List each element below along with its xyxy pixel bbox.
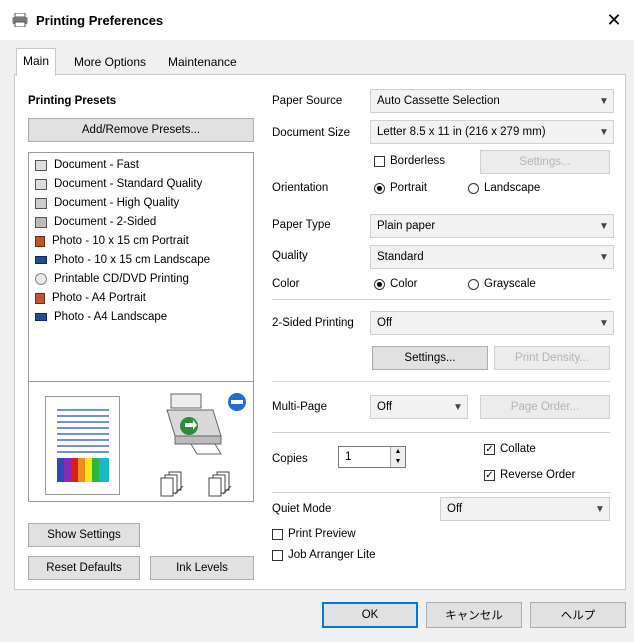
settings-preview [28, 382, 254, 502]
portrait-label: Portrait [390, 182, 428, 194]
tab-main[interactable]: Main [16, 48, 57, 76]
two-sided-printing-label: 2-Sided Printing [272, 317, 354, 329]
close-icon[interactable]: ✕ [604, 10, 624, 30]
quiet-mode-select[interactable]: Off ▼ [440, 497, 610, 521]
reverse-order-label: Reverse Order [500, 469, 576, 481]
landscape-radio[interactable] [468, 183, 479, 194]
multi-page-label: Multi-Page [272, 401, 327, 413]
tab-maintenance[interactable]: Maintenance [162, 50, 243, 74]
divider [272, 432, 610, 433]
two-sided-settings-button[interactable]: Settings... [372, 346, 488, 370]
grayscale-label: Grayscale [484, 278, 536, 290]
preset-item[interactable]: Photo - 10 x 15 cm Landscape [35, 251, 210, 269]
ink-levels-button[interactable]: Ink Levels [150, 556, 254, 580]
document-size-label: Document Size [272, 127, 350, 139]
document-size-select[interactable]: Letter 8.5 x 11 in (216 x 279 mm) ▼ [370, 120, 614, 144]
collate-checkbox[interactable]: ✓ [484, 444, 495, 455]
document-icon [35, 178, 47, 190]
add-remove-presets-button[interactable]: Add/Remove Presets... [28, 118, 254, 142]
chevron-down-icon: ▼ [453, 401, 463, 413]
cancel-button[interactable]: キャンセル [426, 602, 522, 628]
reset-defaults-button[interactable]: Reset Defaults [28, 556, 140, 580]
landscape-label: Landscape [484, 182, 541, 194]
quality-label: Quality [272, 250, 308, 262]
divider [272, 299, 610, 300]
borderless-checkbox[interactable] [374, 156, 385, 167]
paper-type-select[interactable]: Plain paper ▼ [370, 214, 614, 238]
color-label: Color [272, 278, 300, 290]
chevron-down-icon: ▼ [599, 220, 609, 232]
preset-item[interactable]: Document - Standard Quality [35, 175, 202, 193]
chevron-down-icon: ▼ [599, 95, 609, 107]
collate-label: Collate [500, 443, 536, 455]
grayscale-radio[interactable] [468, 279, 479, 290]
quiet-mode-label: Quiet Mode [272, 503, 332, 515]
window-title: Printing Preferences [36, 13, 164, 28]
multi-page-select[interactable]: Off ▼ [370, 395, 468, 419]
photo-landscape-icon [35, 313, 47, 321]
borderless-settings-button[interactable]: Settings... [480, 150, 610, 174]
cd-dvd-icon [35, 273, 47, 285]
spin-down-icon[interactable]: ▼ [390, 457, 405, 467]
page-preview-icon [45, 396, 120, 495]
printing-presets-heading: Printing Presets [28, 95, 117, 107]
print-preview-label: Print Preview [288, 528, 356, 540]
preset-item[interactable]: Photo - A4 Portrait [35, 289, 146, 307]
stacked-pages-icon [208, 471, 232, 497]
copies-label: Copies [272, 453, 308, 465]
paper-type-label: Paper Type [272, 219, 331, 231]
photo-portrait-icon [35, 235, 45, 247]
chevron-down-icon: ▼ [599, 251, 609, 263]
photo-landscape-icon [35, 256, 47, 264]
job-arranger-lite-label: Job Arranger Lite [288, 549, 376, 561]
print-preview-checkbox[interactable] [272, 529, 283, 540]
document-icon [35, 197, 47, 209]
divider [272, 381, 610, 382]
quality-select[interactable]: Standard ▼ [370, 245, 614, 269]
paper-source-label: Paper Source [272, 95, 343, 107]
printer-app-icon [12, 13, 28, 27]
color-radio[interactable] [374, 279, 385, 290]
presets-list[interactable]: Document - Fast Document - Standard Qual… [28, 152, 254, 382]
ok-button[interactable]: OK [322, 602, 418, 628]
preset-item[interactable]: Document - High Quality [35, 194, 179, 212]
tab-more-options[interactable]: More Options [68, 50, 152, 74]
reverse-order-checkbox[interactable]: ✓ [484, 470, 495, 481]
borderless-label: Borderless [390, 155, 445, 167]
two-sided-document-icon [35, 216, 47, 228]
portrait-radio[interactable] [374, 183, 385, 194]
chevron-down-icon: ▼ [595, 503, 605, 515]
preset-item[interactable]: Document - 2-Sided [35, 213, 156, 231]
job-arranger-lite-checkbox[interactable] [272, 550, 283, 561]
photo-portrait-icon [35, 292, 45, 304]
stacked-pages-icon [160, 471, 184, 497]
copies-stepper[interactable]: 1 ▲ ▼ [338, 446, 406, 468]
preset-item[interactable]: Photo - A4 Landscape [35, 308, 167, 326]
show-settings-button[interactable]: Show Settings [28, 523, 140, 547]
orientation-label: Orientation [272, 182, 329, 194]
page-order-button[interactable]: Page Order... [480, 395, 610, 419]
two-sided-printing-select[interactable]: Off ▼ [370, 311, 614, 335]
print-density-button[interactable]: Print Density... [494, 346, 610, 370]
chevron-down-icon: ▼ [599, 126, 609, 138]
chevron-down-icon: ▼ [599, 317, 609, 329]
preset-item[interactable]: Photo - 10 x 15 cm Portrait [35, 232, 189, 250]
divider [272, 492, 610, 493]
preset-item[interactable]: Printable CD/DVD Printing [35, 270, 189, 288]
paper-source-select[interactable]: Auto Cassette Selection ▼ [370, 89, 614, 113]
help-button[interactable]: ヘルプ [530, 602, 626, 628]
preset-item[interactable]: Document - Fast [35, 156, 139, 174]
color-option-label: Color [390, 278, 418, 290]
document-icon [35, 159, 47, 171]
globe-icon [228, 393, 246, 411]
